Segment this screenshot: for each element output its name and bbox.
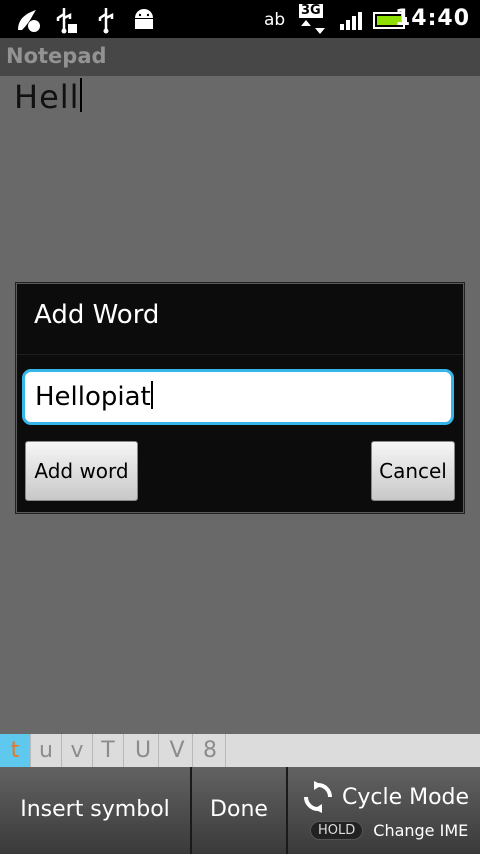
data-activity-icon bbox=[301, 20, 325, 34]
add-word-dialog: Add Word Hellopiat Add word Cancel bbox=[16, 283, 464, 513]
candidate-item[interactable]: 8 bbox=[195, 734, 226, 767]
android-debug-icon bbox=[135, 9, 153, 29]
cycle-mode-label: Cycle Mode bbox=[342, 784, 470, 810]
dialog-divider bbox=[17, 354, 463, 355]
candidate-item[interactable]: v bbox=[62, 734, 93, 767]
candidate-item[interactable]: T bbox=[93, 734, 124, 767]
text-cursor bbox=[79, 78, 82, 112]
cycle-mode-button[interactable]: Cycle Mode HOLD Change IME bbox=[288, 767, 480, 854]
app-notification-icon bbox=[18, 10, 40, 32]
note-text: Hell bbox=[14, 78, 80, 116]
cancel-button[interactable]: Cancel bbox=[371, 441, 455, 501]
candidate-item[interactable]: V bbox=[162, 734, 193, 767]
app-title: Notepad bbox=[6, 44, 107, 68]
cycle-icon bbox=[304, 781, 332, 813]
word-input-value: Hellopiat bbox=[35, 382, 151, 412]
done-button[interactable]: Done bbox=[192, 767, 288, 854]
candidate-item[interactable]: t bbox=[0, 734, 31, 767]
keyboard-function-bar: Insert symbol Done Cycle Mode HOLD Chang… bbox=[0, 767, 480, 854]
insert-symbol-button[interactable]: Insert symbol bbox=[0, 767, 192, 854]
usb-icon bbox=[56, 8, 77, 34]
candidate-item[interactable]: u bbox=[31, 734, 62, 767]
usb-debug-icon bbox=[98, 8, 114, 34]
app-title-bar: Notepad bbox=[0, 38, 480, 76]
candidate-item[interactable]: U bbox=[128, 734, 159, 767]
change-ime-label: Change IME bbox=[373, 821, 469, 840]
network-type-badge: 3G bbox=[299, 3, 323, 18]
dialog-title: Add Word bbox=[34, 300, 160, 330]
signal-strength-icon bbox=[340, 12, 362, 30]
hold-badge: HOLD bbox=[310, 821, 364, 840]
status-bar: ab 3G 14:40 bbox=[0, 0, 480, 38]
ime-indicator: ab bbox=[264, 10, 286, 30]
candidate-bar: t u v T U V 8 bbox=[0, 734, 480, 767]
note-editor[interactable]: Hell bbox=[14, 78, 82, 116]
input-cursor bbox=[150, 381, 153, 409]
add-word-button[interactable]: Add word bbox=[25, 441, 138, 501]
word-input[interactable]: Hellopiat bbox=[22, 369, 454, 425]
clock: 14:40 bbox=[394, 6, 470, 31]
